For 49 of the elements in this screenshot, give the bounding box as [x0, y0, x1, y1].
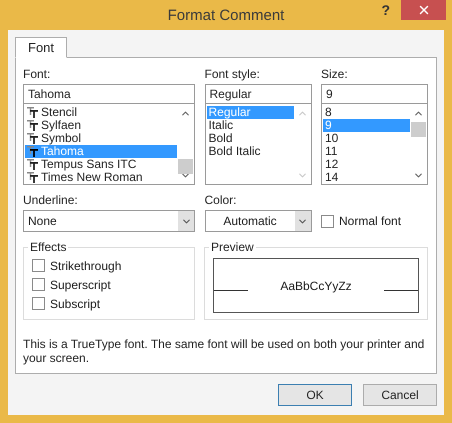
- checkbox[interactable]: [32, 297, 45, 310]
- color-dropdown[interactable]: Automatic: [204, 210, 312, 232]
- cancel-button[interactable]: Cancel: [363, 384, 437, 406]
- list-item[interactable]: Italic: [206, 119, 294, 132]
- list-item[interactable]: Symbol: [25, 132, 177, 145]
- field-label: Size:: [321, 67, 349, 83]
- checkbox[interactable]: [321, 214, 334, 228]
- list-item[interactable]: 11: [323, 145, 410, 158]
- text-field[interactable]: Regular: [204, 84, 312, 104]
- list-item[interactable]: 14: [323, 171, 410, 184]
- truetype-icon: [27, 107, 38, 118]
- text-field[interactable]: 9: [321, 84, 428, 104]
- list-item[interactable]: Bold: [206, 132, 294, 145]
- ok-button[interactable]: OK: [278, 384, 352, 406]
- checkbox[interactable]: [32, 259, 45, 272]
- scroll-thumb[interactable]: [178, 159, 193, 174]
- font-description: This is a TrueType font. The same font will be used on both your printer and your screen.: [23, 337, 426, 365]
- truetype-icon: [27, 159, 38, 170]
- scroll-thumb[interactable]: [411, 122, 426, 137]
- truetype-icon: [27, 133, 38, 144]
- group-title: Effects: [29, 240, 68, 254]
- window-title: Format Comment: [168, 6, 284, 24]
- help-button[interactable]: ?: [377, 2, 394, 18]
- checkbox-label: Superscript: [50, 278, 111, 292]
- tab[interactable]: Font: [15, 37, 68, 58]
- checkbox[interactable]: [32, 278, 45, 291]
- field-label: Font style:: [204, 67, 261, 83]
- group-title: Preview: [210, 240, 255, 254]
- checkbox-label: Subscript: [50, 296, 100, 310]
- field-label: Font:: [23, 67, 52, 83]
- list-item[interactable]: Times New Roman: [25, 171, 177, 184]
- truetype-icon: [27, 146, 38, 157]
- list-item[interactable]: Sylfaen: [25, 119, 177, 132]
- text-field[interactable]: Tahoma: [23, 84, 195, 104]
- underline-dropdown[interactable]: None: [23, 210, 195, 232]
- preview-sample: AaBbCcYyZz: [279, 278, 353, 292]
- field-label: Color:: [204, 193, 238, 209]
- close-button[interactable]: [401, 0, 446, 20]
- checkbox-label: Normal font: [339, 214, 402, 228]
- list-item[interactable]: Stencil: [25, 106, 177, 119]
- field-label: Underline:: [23, 193, 79, 209]
- list-item[interactable]: 8: [323, 106, 410, 119]
- truetype-icon: [27, 172, 38, 183]
- truetype-icon: [27, 120, 38, 131]
- checkbox-label: Strikethrough: [50, 258, 122, 272]
- list-item[interactable]: Bold Italic: [206, 145, 294, 158]
- list-item[interactable]: Tempus Sans ITC: [25, 158, 177, 171]
- list-item[interactable]: 12: [323, 158, 410, 171]
- list-item[interactable]: 10: [323, 132, 410, 145]
